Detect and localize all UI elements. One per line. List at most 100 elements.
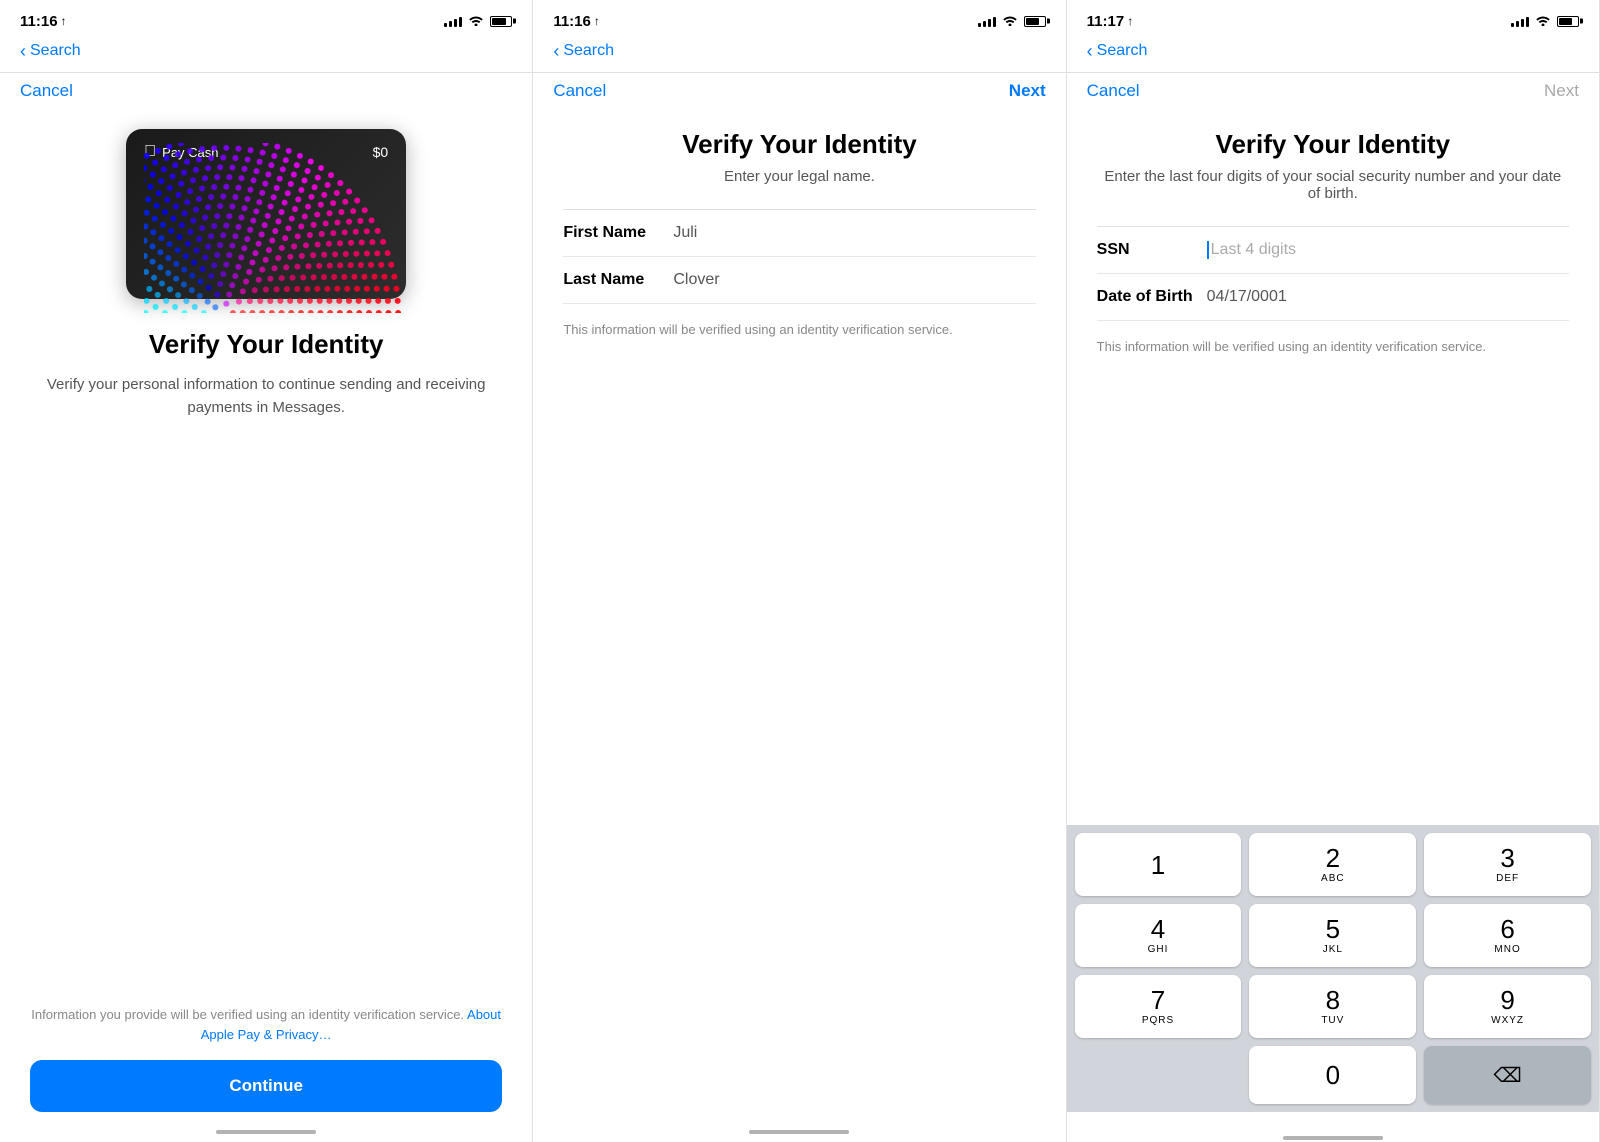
nav-bar-3: ‹ Search [1067,36,1599,72]
back-arrow-2: ‹ [553,42,559,60]
firstname-label: First Name [563,224,673,242]
wifi-icon-3 [1535,14,1551,29]
ssn-label: SSN [1097,241,1207,259]
numpad-digit-0: 0 [1326,1062,1340,1088]
back-search-2[interactable]: ‹ Search [553,42,614,60]
home-indicator-1 [216,1130,316,1134]
next-btn-2[interactable]: Next [1009,81,1046,101]
numpad-key-4[interactable]: 4 GHI [1075,904,1242,967]
numpad-digit-2: 2 [1326,845,1340,871]
cancel-btn-3[interactable]: Cancel [1087,81,1140,101]
numpad-digit-7: 7 [1151,987,1165,1013]
wifi-icon-1 [468,14,484,29]
firstname-value[interactable]: Juli [673,224,697,242]
back-search-3[interactable]: ‹ Search [1087,42,1148,60]
nav-actions-2: Cancel Next [533,73,1065,109]
numpad-digit-3: 3 [1500,845,1514,871]
continue-button[interactable]: Continue [30,1060,502,1112]
numpad-key-0[interactable]: 0 [1249,1046,1416,1104]
signal-bars-1 [444,15,462,27]
nav-bar-2: ‹ Search [533,36,1065,72]
numpad-key-2[interactable]: 2 ABC [1249,833,1416,896]
back-arrow-3: ‹ [1087,42,1093,60]
battery-icon-2 [1024,16,1046,27]
panel3-subtitle: Enter the last four digits of your socia… [1097,168,1569,202]
status-time-2: 11:16 ↑ [553,13,600,30]
numpad-key-5[interactable]: 5 JKL [1249,904,1416,967]
panel3-title: Verify Your Identity [1097,129,1569,160]
numpad-key-6[interactable]: 6 MNO [1424,904,1591,967]
status-bar-1: 11:16 ↑ [0,0,532,36]
panel2-main-content: Verify Your Identity Enter your legal na… [533,109,1065,1142]
time-label-1: 11:16 [20,13,58,30]
signal-bar-4 [459,17,462,27]
nav-actions-3: Cancel Next [1067,73,1599,109]
delete-icon: ⌫ [1493,1063,1521,1088]
apple-pay-card:  Pay Cash $0 [126,129,406,299]
numpad-digit-4: 4 [1151,916,1165,942]
signal-bar-1 [444,23,447,27]
nav-bar-1: ‹ Search [0,36,532,72]
panel1-bottom: Information you provide will be verified… [0,1005,532,1112]
numpad-key-9[interactable]: 9 WXYZ [1424,975,1591,1038]
status-icons-2 [978,14,1046,29]
numpad-letters-4: GHI [1148,944,1169,955]
numpad-letters-7: PQRS [1142,1015,1174,1026]
numpad-key-8[interactable]: 8 TUV [1249,975,1416,1038]
status-icons-3 [1511,14,1579,29]
numpad-letters-8: TUV [1321,1015,1344,1026]
numpad-digit-1: 1 [1151,852,1165,878]
numpad-digit-8: 8 [1326,987,1340,1013]
numpad-digit-5: 5 [1326,916,1340,942]
form-row-ssn: SSN Last 4 digits [1097,227,1569,274]
dob-value[interactable]: 04/17/0001 [1207,288,1287,306]
signal-bar-2 [449,21,452,27]
back-search-1[interactable]: ‹ Search [20,42,81,60]
signal-bars-3 [1511,15,1529,27]
cancel-btn-2[interactable]: Cancel [553,81,606,101]
numpad-digit-6: 6 [1500,916,1514,942]
lastname-label: Last Name [563,271,673,289]
numpad-key-7[interactable]: 7 PQRS [1075,975,1242,1038]
home-indicator-2 [749,1130,849,1134]
battery-icon-1 [490,16,512,27]
cancel-btn-1[interactable]: Cancel [20,81,73,100]
back-label-3: Search [1097,42,1148,60]
text-cursor [1207,241,1209,259]
numpad-digit-9: 9 [1500,987,1514,1013]
time-label-3: 11:17 [1087,13,1125,30]
time-label-2: 11:16 [553,13,591,30]
form-note-3: This information will be verified using … [1097,337,1569,357]
status-time-1: 11:16 ↑ [20,13,67,30]
privacy-text-main: Information you provide will be verified… [31,1007,464,1022]
ssn-input[interactable]: Last 4 digits [1207,241,1296,259]
numpad-key-1[interactable]: 1 [1075,833,1242,896]
status-bar-2: 11:16 ↑ [533,0,1065,36]
numpad-key-3[interactable]: 3 DEF [1424,833,1591,896]
card-dots-pattern [144,143,424,313]
phone-panel-3: 11:17 ↑ ‹ Search Cancel Next [1067,0,1600,1142]
phone-panel-1: 11:16 ↑ ‹ Search Cancel [0,0,533,1142]
wifi-icon-2 [1002,14,1018,29]
panel2-title: Verify Your Identity [563,129,1035,160]
numpad-key-delete[interactable]: ⌫ [1424,1046,1591,1104]
status-time-3: 11:17 ↑ [1087,13,1134,30]
numpad-bottom-row: 0 ⌫ [1075,1046,1591,1104]
numpad-letters-6: MNO [1494,944,1520,955]
numpad-letters-9: WXYZ [1491,1015,1524,1026]
form-note-2: This information will be verified using … [563,320,1035,340]
location-arrow-2: ↑ [594,14,600,28]
panel1-main-content:  Pay Cash $0 [0,109,532,1142]
lastname-value[interactable]: Clover [673,271,719,289]
numpad-letters-2: ABC [1321,873,1345,884]
next-btn-3: Next [1544,81,1579,101]
panel2-subtitle: Enter your legal name. [563,168,1035,185]
status-icons-1 [444,14,512,29]
panel1-subtitle: Verify your personal information to cont… [30,374,502,419]
numpad-key-empty [1075,1046,1242,1104]
form-row-dob: Date of Birth 04/17/0001 [1097,274,1569,321]
phone-panel-2: 11:16 ↑ ‹ Search Cancel Next [533,0,1066,1142]
numpad: 1 2 ABC 3 DEF 4 GHI 5 JKL [1067,825,1599,1112]
form-row-lastname: Last Name Clover [563,257,1035,304]
back-arrow-1: ‹ [20,42,26,60]
